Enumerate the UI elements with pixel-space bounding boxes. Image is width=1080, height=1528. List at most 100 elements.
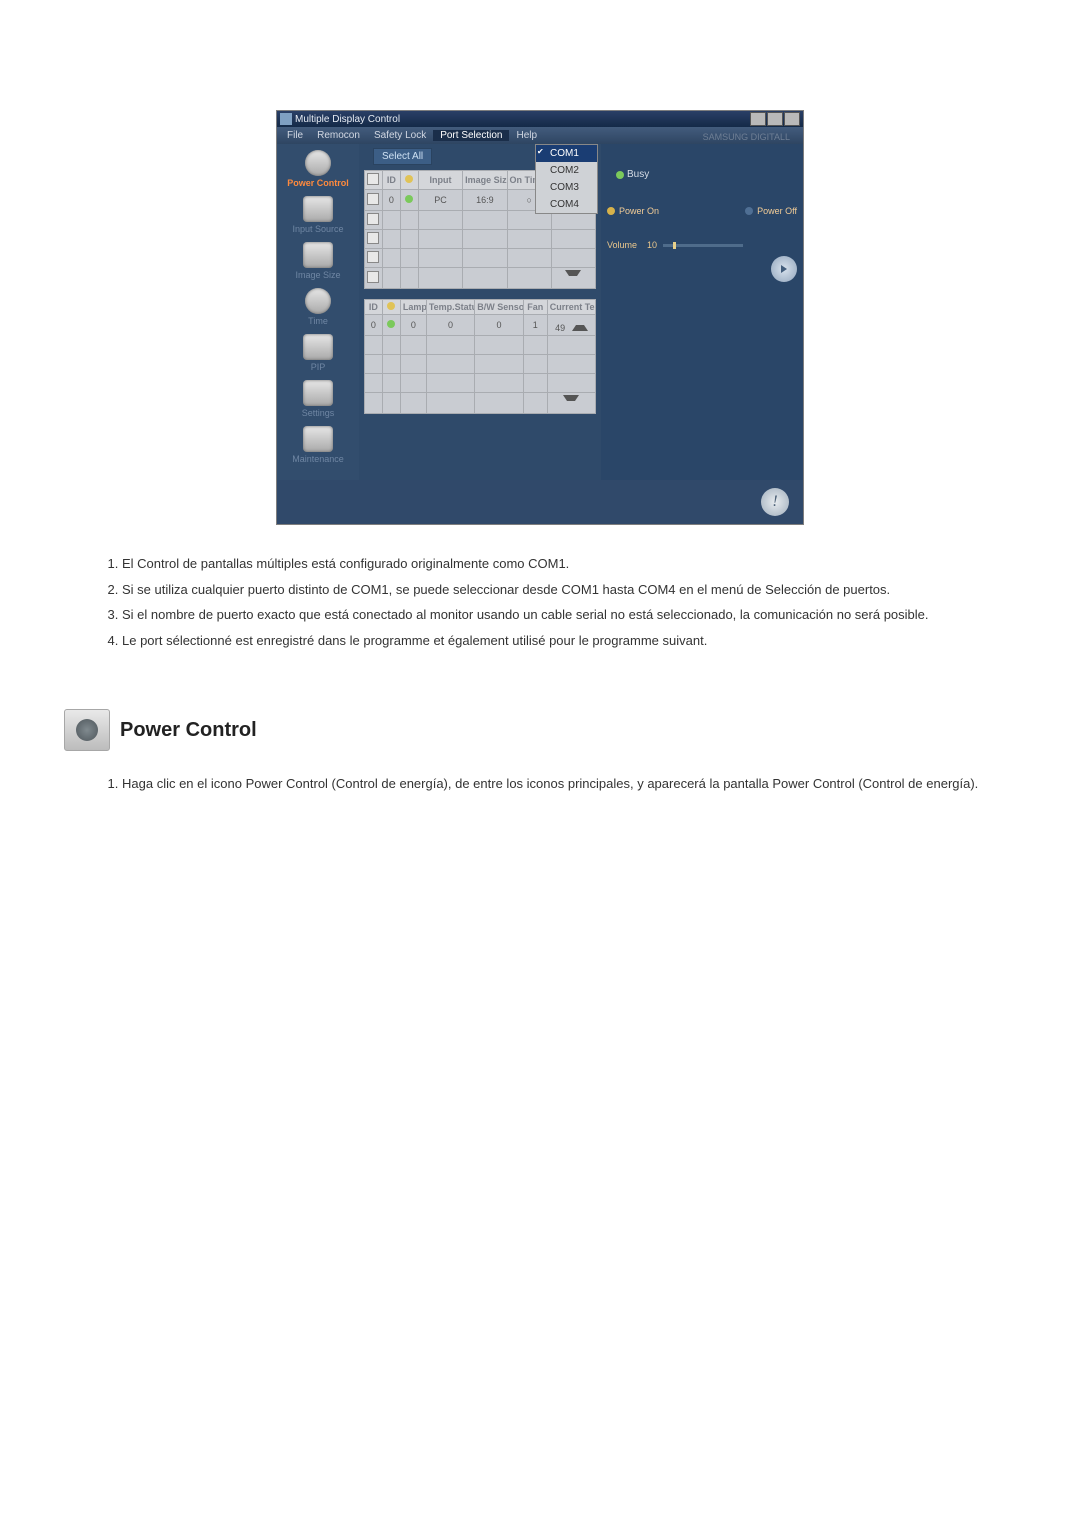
app-window: Multiple Display Control File Remocon Sa…: [276, 110, 804, 525]
sidebar-item-label: Settings: [302, 408, 335, 418]
menubar: File Remocon Safety Lock Port Selection …: [277, 127, 803, 144]
col-temp-status: Temp.Status: [426, 300, 474, 315]
col-input: Input: [418, 171, 462, 190]
status-bar: !: [277, 480, 803, 524]
col-id: ID: [382, 171, 400, 190]
window-title: Multiple Display Control: [295, 114, 400, 125]
sidebar: Power Control Input Source Image Size Ti…: [277, 144, 359, 480]
busy-label: Busy: [627, 169, 649, 180]
sidebar-item-settings[interactable]: Settings: [277, 380, 359, 418]
doc-list-1: El Control de pantallas múltiples está c…: [104, 555, 1000, 649]
maximize-button[interactable]: [767, 112, 783, 126]
menu-port-selection[interactable]: Port Selection: [433, 130, 509, 141]
section-title: Power Control: [120, 719, 257, 742]
status-dot-icon: [387, 320, 395, 328]
arrow-down-icon[interactable]: [563, 395, 579, 409]
sidebar-item-label: Power Control: [287, 178, 349, 188]
list-item: Haga clic en el icono Power Control (Con…: [122, 775, 982, 793]
status-dot-icon: [387, 302, 395, 310]
check-icon: ✔: [537, 147, 544, 156]
cell-fan: 1: [523, 315, 547, 336]
col-bw-sensor: B/W Sensor: [475, 300, 523, 315]
sidebar-item-image-size[interactable]: Image Size: [277, 242, 359, 280]
info-icon[interactable]: !: [761, 488, 789, 516]
time-icon: [305, 288, 331, 314]
status-table: ID Lamp Temp.Status B/W Sensor Fan Curre…: [364, 299, 596, 414]
row-checkbox[interactable]: [367, 232, 379, 244]
power-on-dot-icon: [607, 207, 615, 215]
port-selection-dropdown[interactable]: ✔ COM1 COM2 COM3 COM4: [535, 144, 598, 214]
list-item: Si se utiliza cualquier puerto distinto …: [122, 581, 982, 599]
power-off-dot-icon: [745, 207, 753, 215]
image-size-icon: [303, 242, 333, 268]
busy-dot-icon: [616, 171, 624, 179]
status-dot-icon: [405, 195, 413, 203]
minimize-button[interactable]: [750, 112, 766, 126]
checkbox-header-icon[interactable]: [367, 173, 379, 185]
cell-bw-sensor: 0: [475, 315, 523, 336]
input-source-icon: [303, 196, 333, 222]
volume-control: Volume 10: [607, 240, 797, 250]
list-item: Le port sélectionné est enregistré dans …: [122, 632, 982, 650]
volume-slider-thumb[interactable]: [673, 242, 676, 249]
row-checkbox[interactable]: [367, 213, 379, 225]
busy-indicator: Busy: [616, 169, 649, 180]
row-checkbox[interactable]: [367, 193, 379, 205]
power-on-button[interactable]: Power On: [607, 206, 659, 216]
sidebar-item-label: Maintenance: [292, 454, 344, 464]
col-fan: Fan: [523, 300, 547, 315]
cell-current-temp: 49: [547, 315, 595, 336]
cell-image-size: 16:9: [463, 190, 507, 211]
col-id: ID: [364, 300, 382, 315]
cell-id: 0: [364, 315, 382, 336]
arrow-down-icon[interactable]: [565, 270, 581, 284]
table-row[interactable]: 0 0 0 0 1 49: [364, 315, 595, 336]
cell-id: 0: [382, 190, 400, 211]
sidebar-item-label: PIP: [311, 362, 326, 372]
power-control-icon: [305, 150, 331, 176]
settings-icon: [303, 380, 333, 406]
row-checkbox[interactable]: [367, 271, 379, 283]
close-button[interactable]: [784, 112, 800, 126]
volume-value: 10: [647, 240, 657, 250]
sidebar-item-input-source[interactable]: Input Source: [277, 196, 359, 234]
brand-label: SAMSUNG DIGITALL: [696, 132, 797, 142]
cell-lamp: 0: [400, 315, 426, 336]
volume-slider[interactable]: [663, 244, 743, 247]
port-option[interactable]: COM4: [536, 196, 597, 213]
sidebar-item-maintenance[interactable]: Maintenance: [277, 426, 359, 464]
status-dot-icon: [405, 175, 413, 183]
port-option[interactable]: COM3: [536, 179, 597, 196]
app-icon: [280, 113, 292, 125]
section-header: Power Control: [64, 709, 1020, 751]
sidebar-item-label: Time: [308, 316, 328, 326]
list-item: Si el nombre de puerto exacto que está c…: [122, 606, 982, 624]
sidebar-item-label: Image Size: [295, 270, 340, 280]
right-panel: Power On Power Off Volume 10: [601, 144, 803, 480]
pip-icon: [303, 334, 333, 360]
sidebar-item-power-control[interactable]: Power Control: [277, 150, 359, 188]
menu-remocon[interactable]: Remocon: [310, 130, 367, 141]
list-item: El Control de pantallas múltiples está c…: [122, 555, 982, 573]
port-option[interactable]: COM2: [536, 162, 597, 179]
col-lamp: Lamp: [400, 300, 426, 315]
sidebar-item-label: Input Source: [292, 224, 343, 234]
menu-safety-lock[interactable]: Safety Lock: [367, 130, 433, 141]
speaker-icon[interactable]: [771, 256, 797, 282]
menu-file[interactable]: File: [280, 130, 310, 141]
power-off-button[interactable]: Power Off: [745, 206, 797, 216]
maintenance-icon: [303, 426, 333, 452]
volume-label: Volume: [607, 240, 637, 250]
cell-input: PC: [418, 190, 462, 211]
row-checkbox[interactable]: [367, 251, 379, 263]
port-option[interactable]: COM1: [550, 148, 579, 159]
select-all-button[interactable]: Select All: [373, 148, 432, 165]
sidebar-item-time[interactable]: Time: [277, 288, 359, 326]
sidebar-item-pip[interactable]: PIP: [277, 334, 359, 372]
col-image-size: Image Size: [463, 171, 507, 190]
window-titlebar: Multiple Display Control: [277, 111, 803, 127]
menu-help[interactable]: Help: [509, 130, 544, 141]
cell-temp-status: 0: [426, 315, 474, 336]
arrow-up-icon[interactable]: [572, 317, 588, 331]
doc-list-2: Haga clic en el icono Power Control (Con…: [104, 775, 1000, 793]
